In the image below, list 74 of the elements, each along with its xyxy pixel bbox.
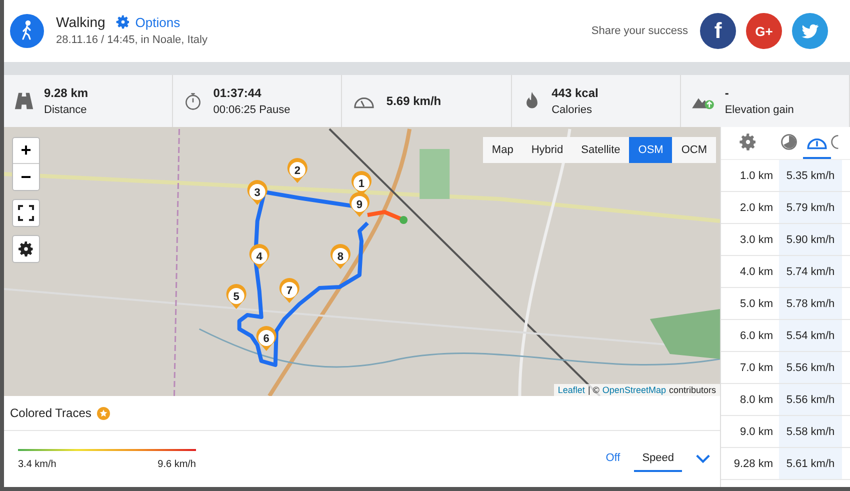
trace-mode-tab[interactable]: Off (598, 446, 628, 472)
settings-icon (17, 240, 35, 258)
stat-value: 5.69 km/h (386, 94, 442, 108)
fullscreen-button[interactable] (12, 199, 40, 227)
split-distance-cell-text: 5.0 km (738, 296, 774, 312)
walking-person-icon (10, 14, 44, 48)
google-plus-share-button[interactable]: G+ (746, 13, 782, 49)
map-layer-tab[interactable]: Map (482, 137, 522, 163)
road-icon (14, 91, 34, 111)
split-speed-cell: 5.54 km/h (779, 320, 842, 351)
split-speed-cell: 5.61 km/h (779, 448, 842, 479)
split-speed-cell: 5.78 km/h (779, 288, 842, 319)
facebook-share-button[interactable]: f (700, 13, 736, 49)
split-distance-cell-text: 1.0 km (738, 168, 774, 184)
stat-label: Calories (552, 104, 593, 116)
stat-value: 01:37:44 (213, 86, 262, 100)
map-marker[interactable]: 2 (287, 158, 308, 183)
colored-traces-title: Colored Traces (10, 406, 92, 420)
split-distance-cell-text: 4.0 km (738, 264, 774, 280)
attribution-separator: | © (588, 385, 600, 395)
map-marker[interactable]: 4 (249, 244, 270, 269)
max-speed-label: 9.6 km/h (158, 458, 196, 470)
share-label: Share your success (591, 25, 688, 37)
twitter-share-button[interactable] (792, 13, 828, 49)
split-speed-cell: 5.58 km/h (779, 416, 842, 447)
min-speed-label: 3.4 km/h (18, 458, 56, 470)
activity-title: Walking (56, 14, 106, 30)
split-speed-cell: 5.79 km/h (779, 192, 842, 223)
map-layer-tab[interactable]: Hybrid (522, 137, 572, 163)
split-speed-cell: 5.35 km/h (779, 160, 842, 191)
trace-mode-tab[interactable]: Speed (634, 446, 682, 472)
split-speed-cell: 5.56 km/h (779, 352, 842, 383)
attribution-text: contributors (668, 385, 716, 395)
settings-icon (738, 132, 758, 152)
stat-value: - (724, 86, 730, 100)
split-speed-cell: 5.74 km/h (779, 256, 842, 287)
split-distance-cell-text: 9.28 km (732, 456, 774, 472)
stat-label: Distance (44, 104, 88, 116)
map-marker[interactable]: 7 (279, 278, 300, 303)
options-link[interactable]: Options (115, 14, 180, 30)
stat-label: Elevation gain (724, 104, 794, 116)
stat-label: 00:06:25 Pause (213, 104, 290, 116)
map-settings-button[interactable] (12, 235, 40, 263)
openstreetmap-link[interactable]: OpenStreetMap (602, 385, 666, 395)
map-marker[interactable]: 6 (256, 326, 276, 351)
zoom-in-button[interactable]: + (13, 138, 39, 164)
chevron-down-icon[interactable] (696, 454, 710, 464)
fullscreen-icon (18, 205, 34, 221)
zoom-out-button[interactable]: − (13, 164, 39, 190)
split-speed-cell: 5.90 km/h (779, 224, 842, 255)
split-distance-cell-text: 7.0 km (738, 360, 774, 376)
star-badge-icon (97, 406, 110, 420)
map-marker[interactable]: 3 (247, 180, 268, 205)
split-distance-cell-text: 3.0 km (738, 232, 774, 248)
activity-date-location: 28.11.16 / 14:45, in Noale, Italy (56, 34, 208, 46)
map-view[interactable]: 1 2 3 4 5 6 7 8 9 + − Map Hybrid Satellite OSM OCM Leaflet | © OpenStreetMap contributors (4, 127, 720, 396)
gear-icon (115, 14, 132, 30)
map-marker[interactable]: 9 (349, 192, 370, 217)
split-distance-cell-text: 9.0 km (738, 424, 774, 440)
split-distance-cell-text: 2.0 km (738, 200, 774, 216)
split-distance-cell-text: 8.0 km (738, 392, 774, 408)
map-layer-tab[interactable]: OSM (629, 137, 672, 163)
map-layer-tab[interactable]: Satellite (572, 137, 630, 163)
stat-value: 9.28 km (44, 86, 88, 100)
stat-value: 443 kcal (552, 86, 598, 100)
split-distance-cell-text: 6.0 km (738, 328, 774, 344)
leaflet-link[interactable]: Leaflet (558, 385, 585, 395)
stopwatch-icon (183, 91, 204, 111)
split-speed-cell: 5.56 km/h (779, 384, 842, 415)
map-marker[interactable]: 8 (330, 244, 350, 269)
pie-chart-icon (780, 133, 798, 151)
map-layer-tab[interactable]: OCM (672, 137, 716, 163)
map-marker[interactable]: 5 (226, 284, 246, 309)
route-start-dot (400, 216, 408, 224)
